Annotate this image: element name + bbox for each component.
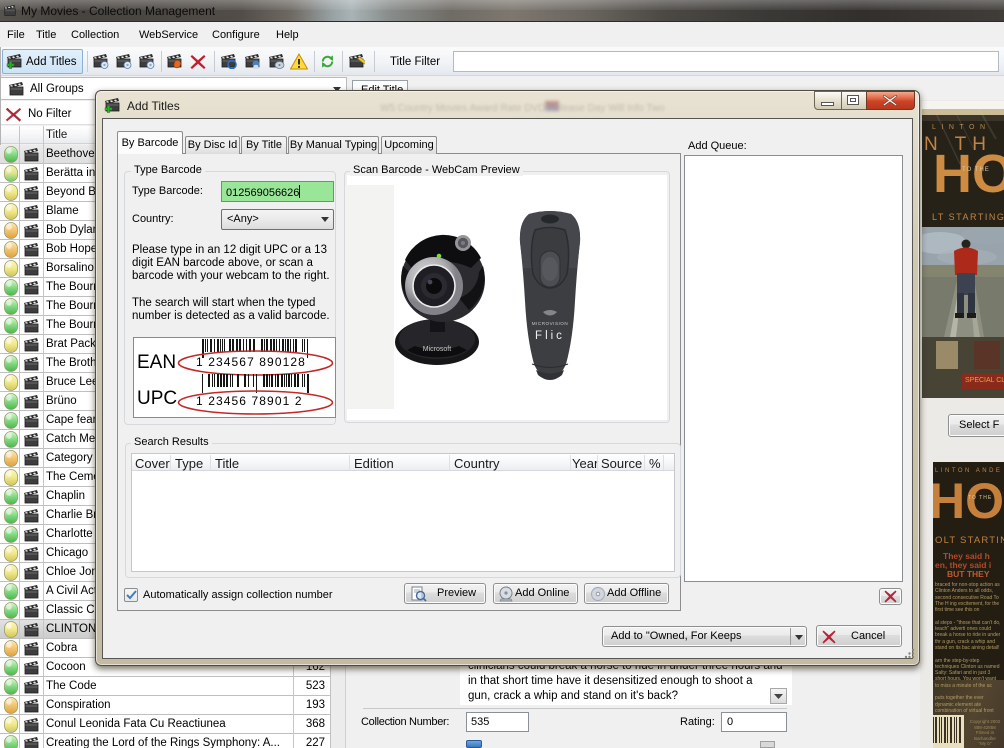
svg-text:MICROVISION: MICROVISION (532, 321, 568, 326)
svg-text:Microsoft: Microsoft (423, 346, 451, 353)
svg-text:Flic: Flic (535, 330, 565, 342)
